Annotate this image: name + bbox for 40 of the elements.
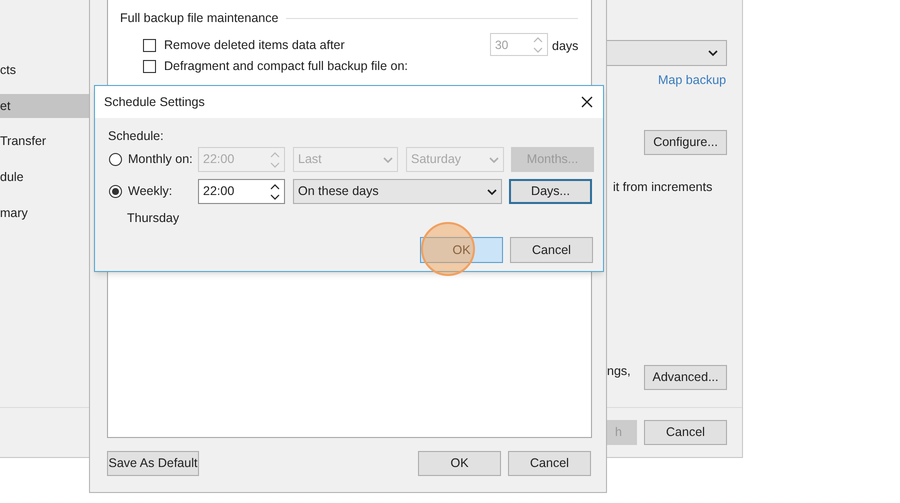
- option-label: Defragment and compact full backup file on:: [164, 58, 408, 75]
- map-backup-link[interactable]: Map backup: [658, 71, 726, 90]
- option-label: Remove deleted items data after: [164, 37, 345, 54]
- sidebar-item[interactable]: et: [0, 94, 89, 118]
- click-highlight: [421, 222, 475, 276]
- sidebar-item[interactable]: cts: [0, 58, 89, 82]
- section-title: Full backup file maintenance: [120, 10, 280, 27]
- days-unit: days: [552, 38, 578, 55]
- chevron-icon: [383, 156, 393, 162]
- configure-button[interactable]: Configure...: [644, 130, 727, 155]
- save-default-button[interactable]: Save As Default: [107, 451, 199, 476]
- sidebar-item[interactable]: mary: [0, 201, 89, 225]
- increments-text: it from increments: [613, 179, 712, 196]
- radio-label: Weekly:: [128, 183, 174, 200]
- dialog-title: Schedule Settings: [104, 94, 205, 111]
- sidebar-item[interactable]: dule: [0, 165, 89, 189]
- footer-button[interactable]: Cancel: [644, 420, 727, 445]
- sidebar-item[interactable]: Transfer: [0, 129, 89, 153]
- checkbox[interactable]: [143, 60, 156, 73]
- dropdown[interactable]: On these days: [293, 179, 502, 204]
- advanced-button[interactable]: Advanced...: [644, 365, 727, 390]
- dialog-side-button[interactable]: Days...: [509, 179, 592, 204]
- footer-button[interactable]: OK: [418, 451, 501, 476]
- chevron-icon: [489, 156, 499, 162]
- spinner-icon: [270, 182, 280, 200]
- dialog-button[interactable]: Cancel: [510, 237, 593, 263]
- time-field[interactable]: 22:00: [198, 179, 285, 204]
- radio-button[interactable]: [109, 153, 122, 166]
- schedule-label: Schedule:: [108, 128, 164, 145]
- spinner-icon: [533, 36, 543, 54]
- chevron-icon: [487, 188, 497, 194]
- spinner-icon: [270, 150, 280, 168]
- radio-label: Monthly on:: [128, 151, 194, 168]
- settings-text: ngs,: [607, 363, 631, 380]
- close-icon[interactable]: [581, 96, 593, 108]
- checkbox[interactable]: [143, 38, 156, 52]
- footer-button[interactable]: Cancel: [508, 451, 591, 476]
- chevron-icon: [708, 50, 718, 56]
- radio-button[interactable]: [109, 185, 122, 198]
- summary-text: Thursday: [127, 210, 180, 227]
